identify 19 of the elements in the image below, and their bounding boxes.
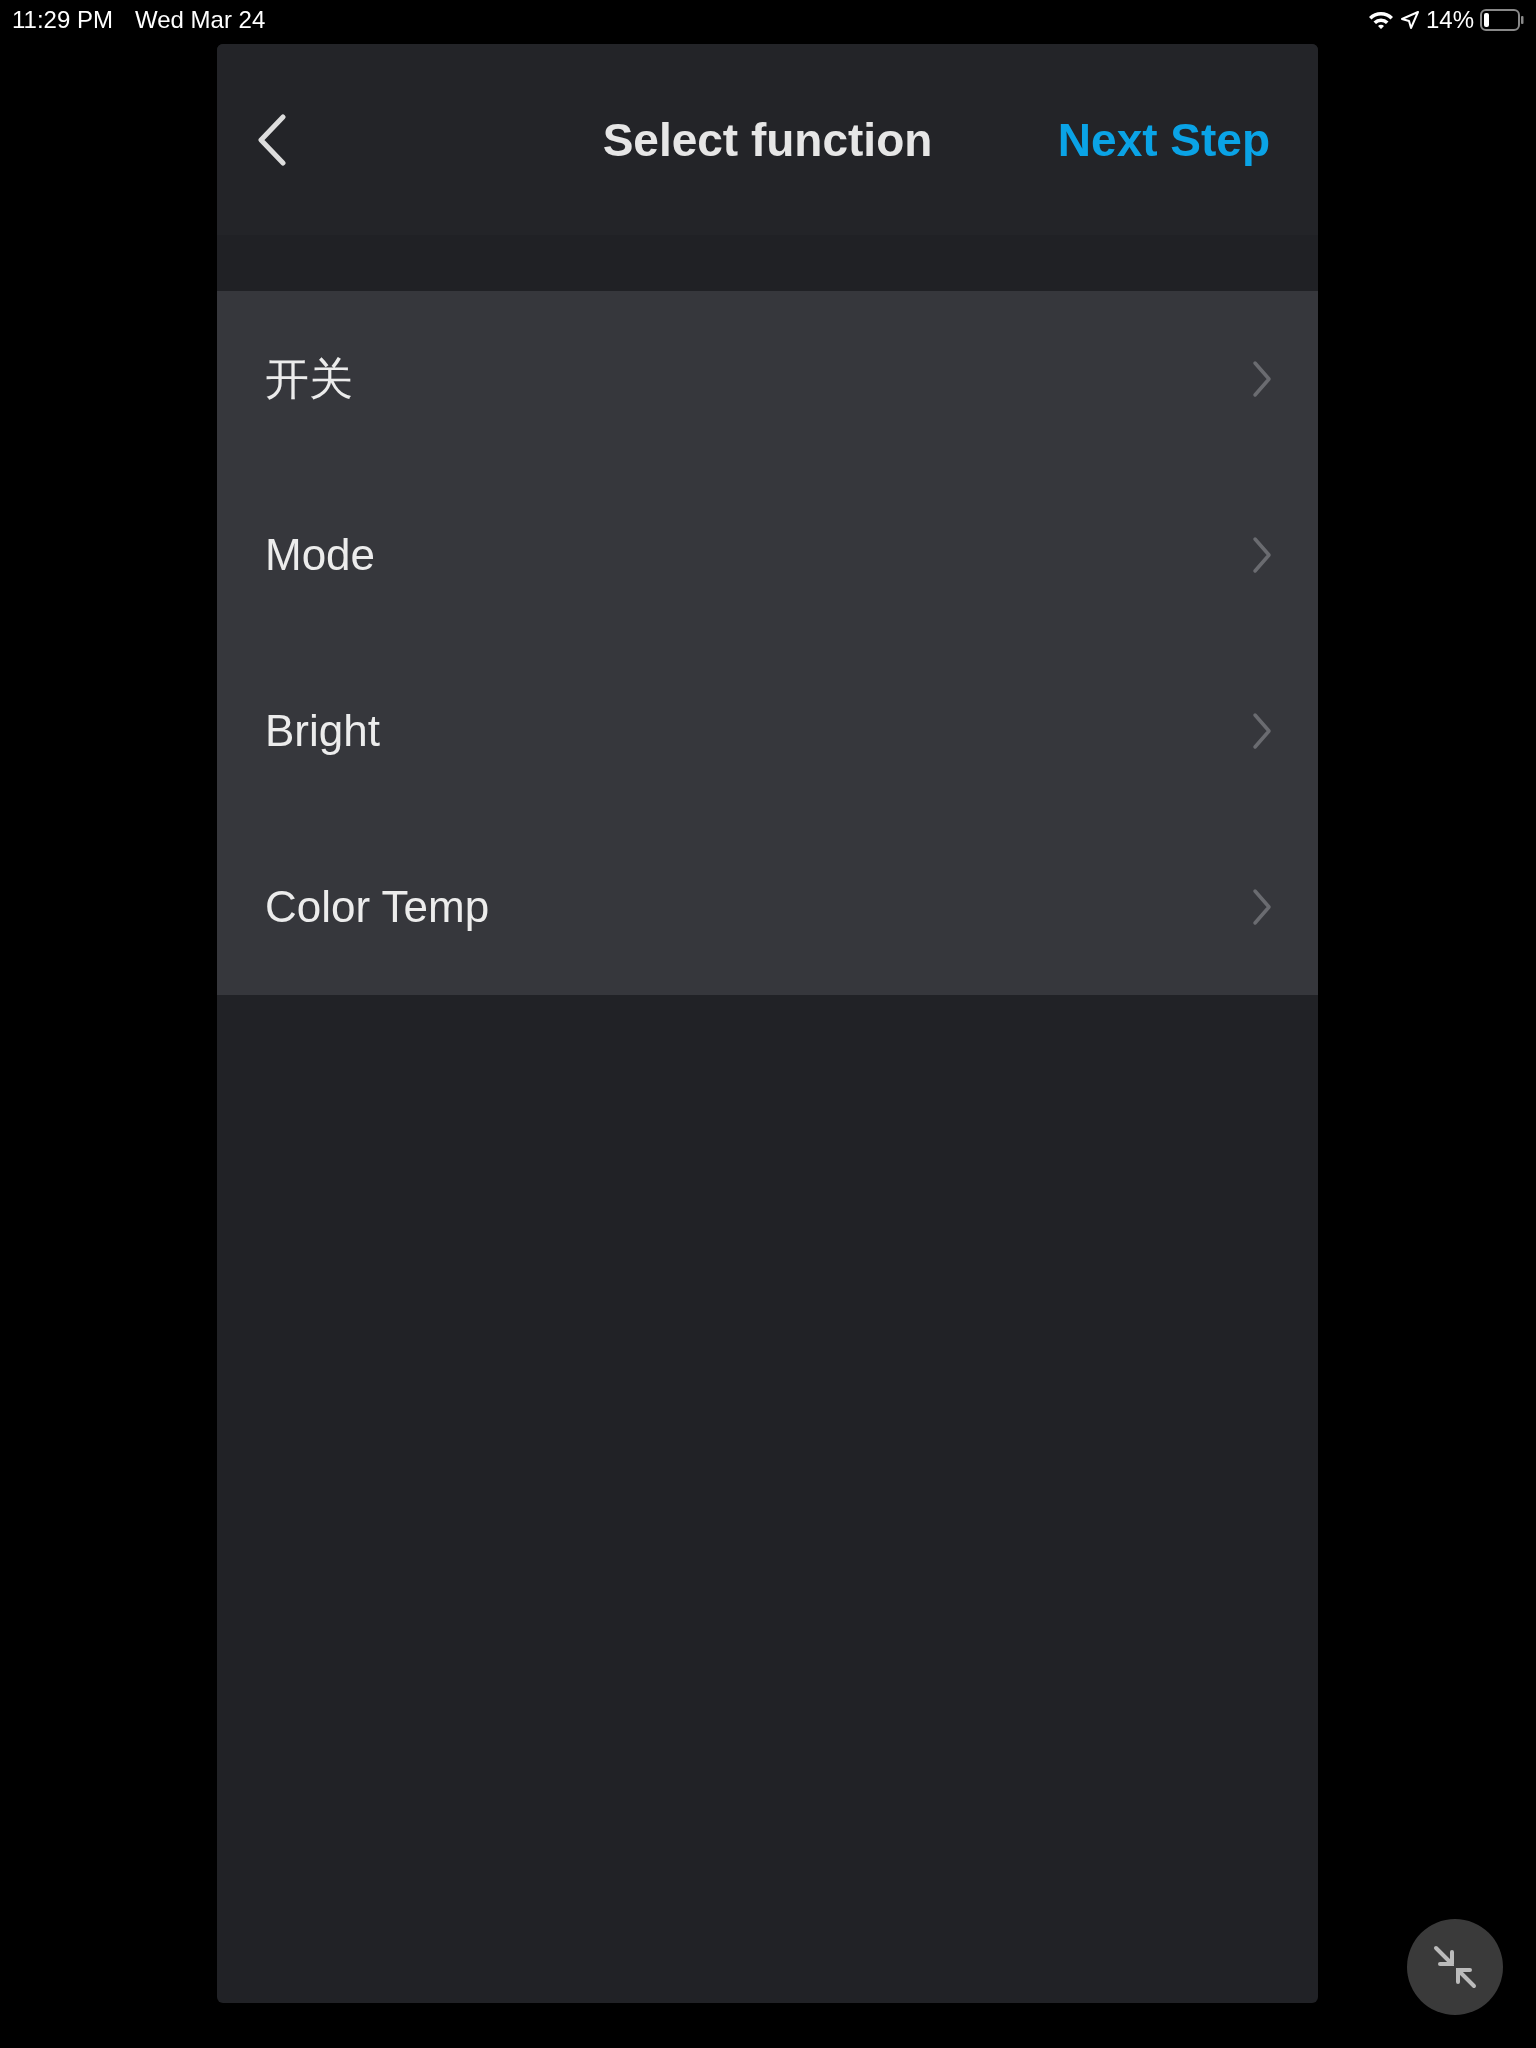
back-button[interactable] bbox=[257, 113, 287, 166]
next-step-button[interactable]: Next Step bbox=[1057, 112, 1270, 167]
function-item[interactable]: Mode bbox=[217, 467, 1318, 643]
status-date: Wed Mar 24 bbox=[134, 6, 266, 34]
battery-percent: 14% bbox=[1425, 6, 1474, 34]
function-item[interactable]: 开关 bbox=[217, 291, 1318, 467]
chevron-right-icon bbox=[1252, 360, 1272, 398]
collapse-arrows-icon bbox=[1432, 1944, 1478, 1990]
chevron-right-icon bbox=[1252, 888, 1272, 926]
page-title: Select function bbox=[602, 113, 933, 166]
back-icon bbox=[257, 113, 287, 166]
chevron-right-icon bbox=[1252, 536, 1272, 574]
location-icon bbox=[1399, 10, 1420, 30]
function-item[interactable]: Bright bbox=[217, 643, 1318, 819]
status-time: 11:29 PM bbox=[12, 6, 113, 34]
wifi-icon bbox=[1367, 10, 1394, 30]
battery-icon bbox=[1480, 9, 1524, 31]
chevron-right-icon bbox=[1252, 712, 1272, 750]
function-item[interactable]: Color Temp bbox=[217, 819, 1318, 995]
